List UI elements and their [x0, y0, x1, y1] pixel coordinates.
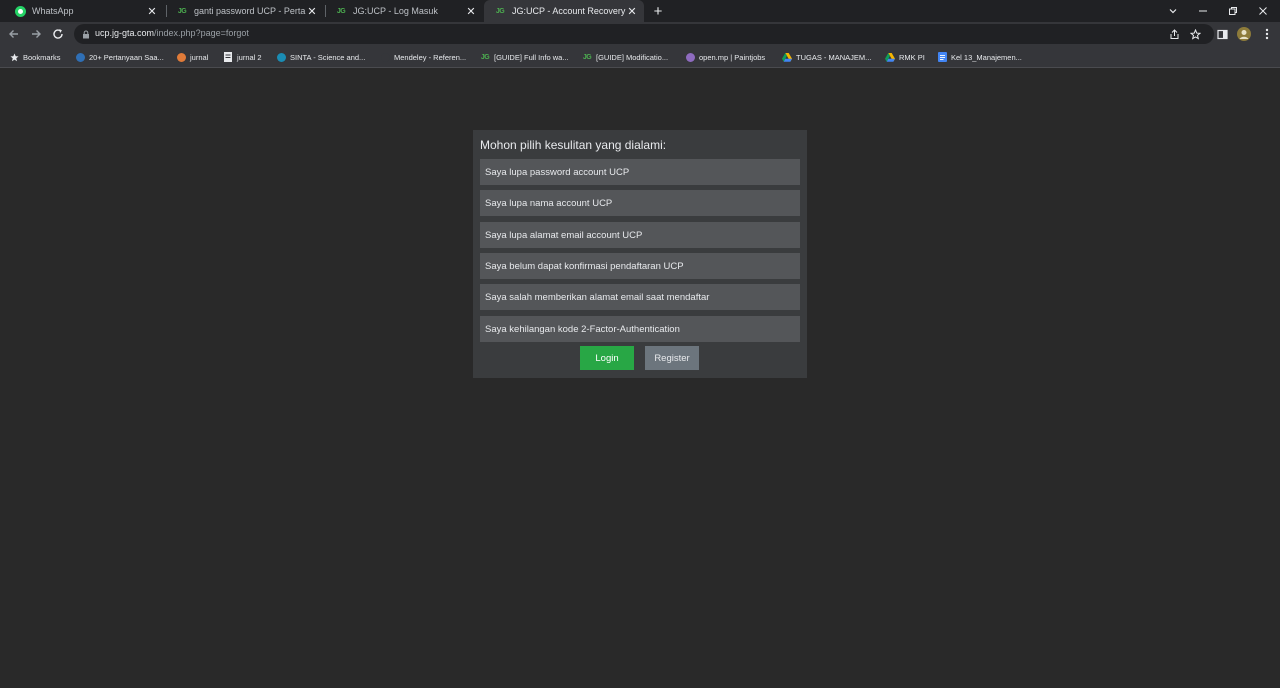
- bookmark-jurnal[interactable]: jurnal: [176, 50, 208, 64]
- tab-title: JG:UCP - Account Recovery: [512, 6, 626, 16]
- option-forgot-email[interactable]: Saya lupa alamat email account UCP: [480, 222, 800, 248]
- url-text[interactable]: ucp.jg-gta.com/index.php?page=forgot: [95, 28, 249, 38]
- bookmark-label: TUGAS - MANAJEM...: [796, 52, 872, 62]
- close-tab-icon[interactable]: ✕: [146, 5, 158, 18]
- jg-logo-icon: JG: [495, 7, 505, 15]
- login-button[interactable]: Login: [580, 346, 634, 370]
- bookmark-label: SINTA - Science and...: [290, 52, 366, 62]
- tab-title: WhatsApp: [32, 6, 74, 16]
- bookmark-label: Mendeley - Referen...: [394, 52, 467, 62]
- tab-account-recovery[interactable]: JG JG:UCP - Account Recovery ✕: [484, 0, 644, 22]
- star-icon: [9, 52, 19, 62]
- bookmark-label: jurnal: [190, 52, 209, 62]
- option-forgot-account-name[interactable]: Saya lupa nama account UCP: [480, 190, 800, 216]
- jg-logo-icon: JG: [177, 7, 187, 15]
- journal-icon: [176, 52, 186, 62]
- tab-search-button[interactable]: [1158, 0, 1188, 22]
- close-tab-icon[interactable]: ✕: [465, 5, 477, 18]
- option-no-registration-confirmation[interactable]: Saya belum dapat konfirmasi pendaftaran …: [480, 253, 800, 279]
- bookmark-jurnal-2[interactable]: jurnal 2: [223, 50, 262, 64]
- google-drive-icon: [782, 52, 792, 62]
- share-icon[interactable]: [1167, 27, 1181, 41]
- bookmark-mendeley[interactable]: Mendeley - Referen...: [380, 50, 466, 64]
- tab-ganti-password[interactable]: JG ganti password UCP - Pertanyaan ✕: [166, 0, 324, 22]
- jg-logo-icon: JG: [336, 7, 346, 15]
- url-path: /index.php?page=forgot: [154, 28, 249, 38]
- bookmark-label: Kel 13_Manajemen...: [951, 52, 1022, 62]
- bookmark-label: jurnal 2: [237, 52, 262, 62]
- document-icon: [223, 52, 233, 62]
- bookmark-label: RMK PI: [899, 52, 925, 62]
- bookmark-tugas[interactable]: TUGAS - MANAJEM...: [782, 50, 871, 64]
- bookmark-kel-13[interactable]: Kel 13_Manajemen...: [937, 50, 1022, 64]
- tab-whatsapp[interactable]: WhatsApp ✕: [4, 0, 164, 22]
- bookmark-star-icon[interactable]: [1188, 27, 1202, 41]
- jg-logo-icon: JG: [582, 53, 592, 61]
- close-window-button[interactable]: [1248, 0, 1278, 22]
- whatsapp-icon: [14, 5, 26, 17]
- close-tab-icon[interactable]: ✕: [626, 5, 638, 18]
- option-lost-2fa-code[interactable]: Saya kehilangan kode 2-Factor-Authentica…: [480, 316, 800, 342]
- google-drive-icon: [885, 52, 895, 62]
- bookmark-guide-full-info[interactable]: JG [GUIDE] Full Info wa...: [480, 50, 569, 64]
- back-button[interactable]: [4, 24, 24, 44]
- bookmark-label: Bookmarks: [23, 52, 61, 62]
- bookmark-openmp[interactable]: open.mp | Paintjobs: [685, 50, 765, 64]
- lock-icon[interactable]: [80, 28, 92, 40]
- minimize-button[interactable]: [1188, 0, 1218, 22]
- jg-logo-icon: JG: [480, 53, 490, 61]
- register-button[interactable]: Register: [645, 346, 699, 370]
- browser-toolbar: ucp.jg-gta.com/index.php?page=forgot: [0, 22, 1280, 46]
- mendeley-icon: [380, 52, 390, 62]
- bookmark-pertanyaan[interactable]: 20+ Pertanyaan Saa...: [75, 50, 164, 64]
- bookmark-label: 20+ Pertanyaan Saa...: [89, 52, 164, 62]
- google-docs-icon: [937, 52, 947, 62]
- menu-icon[interactable]: [1259, 26, 1275, 42]
- tab-strip: WhatsApp ✕ JG ganti password UCP - Perta…: [0, 0, 1280, 22]
- bookmark-label: [GUIDE] Full Info wa...: [494, 52, 569, 62]
- bookmark-sinta[interactable]: SINTA - Science and...: [276, 50, 365, 64]
- new-tab-button[interactable]: +: [650, 2, 666, 20]
- recovery-heading: Mohon pilih kesulitan yang dialami:: [480, 138, 667, 152]
- restore-button[interactable]: [1218, 0, 1248, 22]
- bookmark-rmk-pi[interactable]: RMK PI: [885, 50, 925, 64]
- option-wrong-email-at-signup[interactable]: Saya salah memberikan alamat email saat …: [480, 284, 800, 310]
- reload-button[interactable]: [48, 24, 68, 44]
- url-host: ucp.jg-gta.com: [95, 28, 155, 38]
- bookmark-label: [GUIDE] Modificatio...: [596, 52, 669, 62]
- account-recovery-panel: Mohon pilih kesulitan yang dialami: Saya…: [473, 130, 807, 378]
- bookmark-guide-modification[interactable]: JG [GUIDE] Modificatio...: [582, 50, 668, 64]
- forward-button[interactable]: [26, 24, 46, 44]
- tab-title: ganti password UCP - Pertanyaan: [194, 6, 306, 16]
- tab-log-masuk[interactable]: JG JG:UCP - Log Masuk ✕: [325, 0, 483, 22]
- openmp-icon: [685, 52, 695, 62]
- globe-icon: [75, 52, 85, 62]
- bookmark-bookmarks[interactable]: Bookmarks: [9, 50, 61, 64]
- profile-avatar[interactable]: [1236, 26, 1252, 42]
- side-panel-icon[interactable]: [1214, 26, 1230, 42]
- tab-title: JG:UCP - Log Masuk: [353, 6, 438, 16]
- sinta-icon: [276, 52, 286, 62]
- bookmark-label: open.mp | Paintjobs: [699, 52, 766, 62]
- bookmarks-bar: Bookmarks 20+ Pertanyaan Saa... jurnal j…: [0, 46, 1280, 68]
- address-bar[interactable]: ucp.jg-gta.com/index.php?page=forgot: [74, 24, 1214, 44]
- close-tab-icon[interactable]: ✕: [306, 5, 318, 18]
- option-forgot-password[interactable]: Saya lupa password account UCP: [480, 159, 800, 185]
